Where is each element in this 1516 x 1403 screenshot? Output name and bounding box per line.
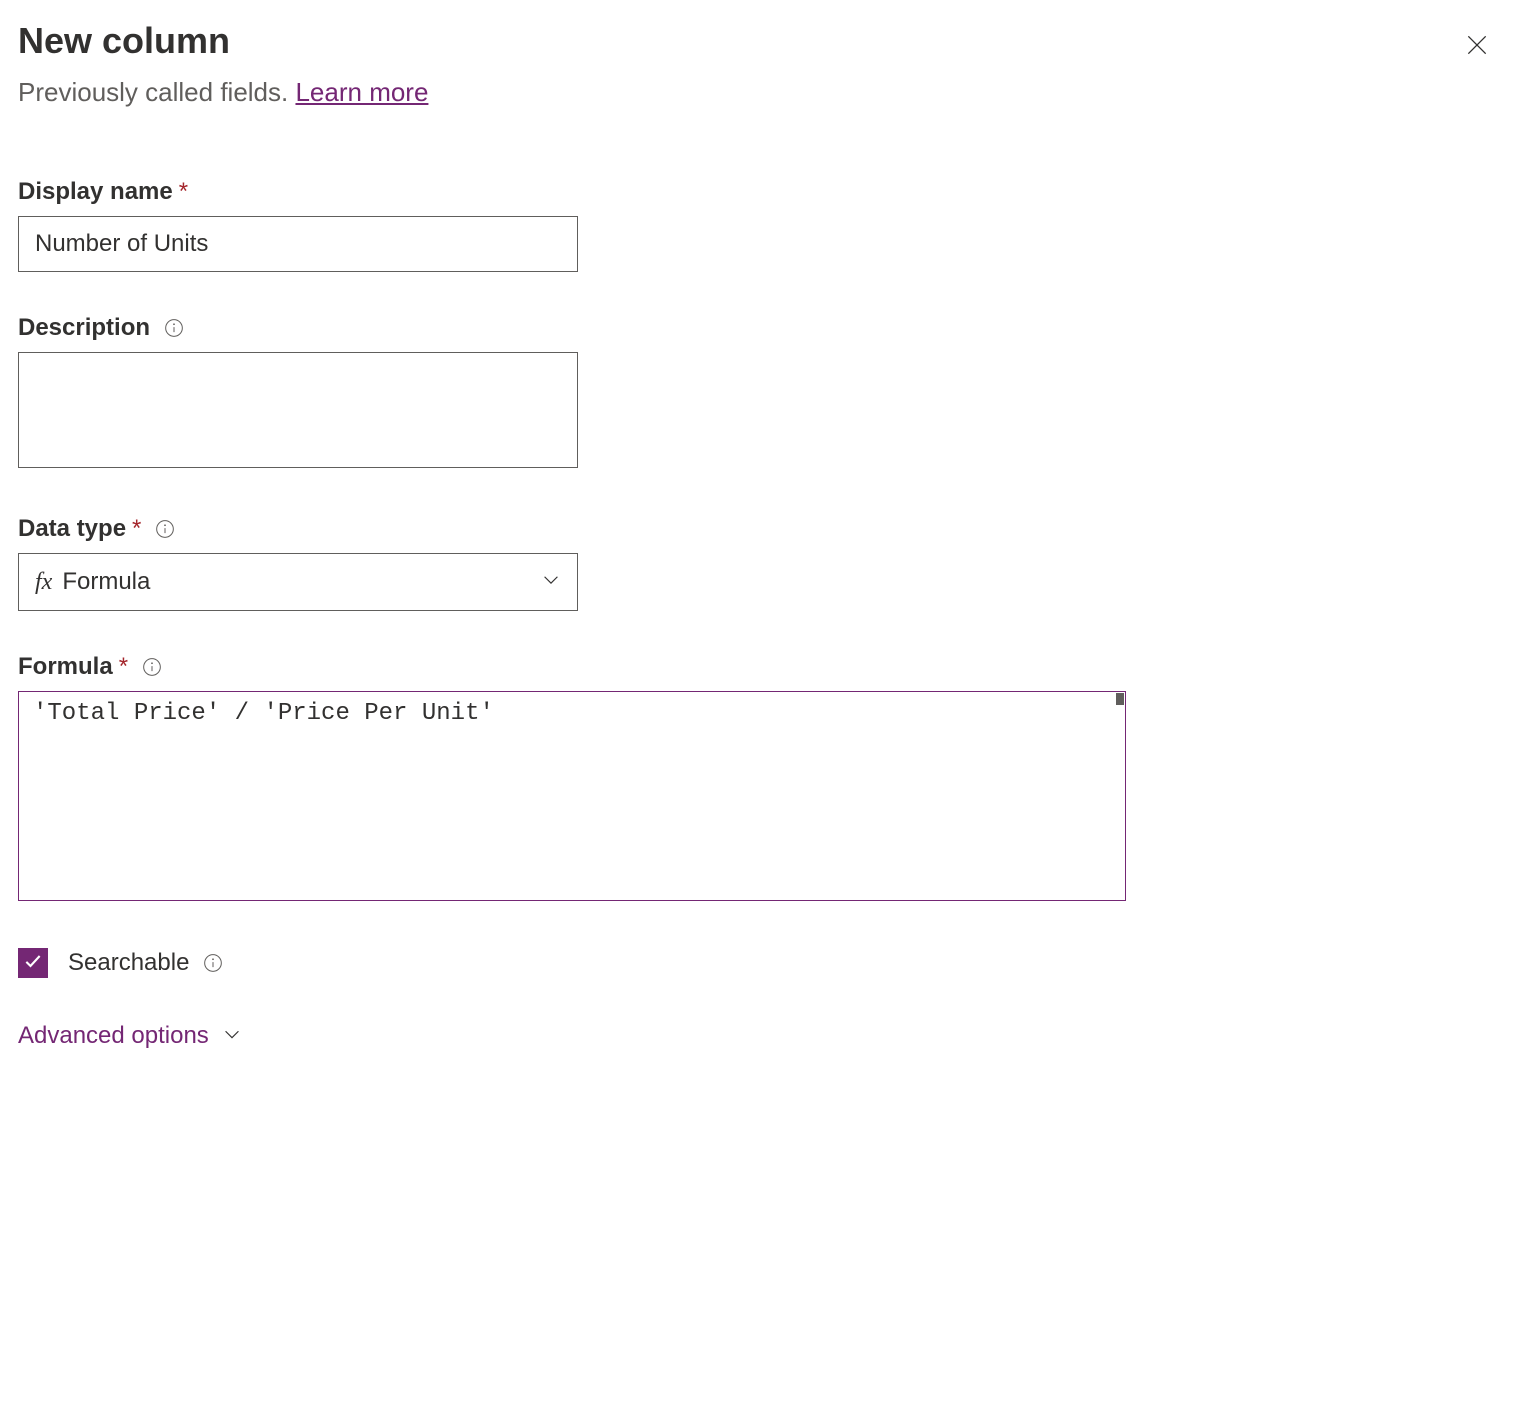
close-button[interactable] [1456, 24, 1498, 69]
description-label: Description [18, 314, 150, 342]
scrollbar-thumb[interactable] [1116, 693, 1124, 705]
display-name-input[interactable] [18, 216, 578, 272]
display-name-label-row: Display name * [18, 178, 1498, 206]
info-icon[interactable] [203, 953, 223, 973]
chevron-down-icon [221, 1023, 243, 1050]
description-label-row: Description [18, 314, 1498, 342]
required-indicator: * [119, 653, 128, 681]
subtitle-text: Previously called fields. [18, 77, 295, 107]
data-type-field: Data type * fx Formula [18, 515, 1498, 611]
data-type-label: Data type [18, 515, 126, 543]
fx-icon: fx [35, 569, 52, 596]
searchable-row: Searchable [18, 948, 1498, 978]
advanced-options-label: Advanced options [18, 1022, 209, 1050]
description-input[interactable] [18, 352, 578, 468]
formula-label-row: Formula * [18, 653, 1498, 681]
info-icon[interactable] [142, 657, 162, 677]
info-icon[interactable] [164, 318, 184, 338]
data-type-select[interactable]: fx Formula [18, 553, 578, 611]
close-icon [1464, 32, 1490, 61]
display-name-label: Display name [18, 178, 173, 206]
searchable-checkbox[interactable] [18, 948, 48, 978]
description-field: Description [18, 314, 1498, 473]
data-type-label-row: Data type * [18, 515, 1498, 543]
data-type-select-wrapper: fx Formula [18, 553, 578, 611]
formula-field: Formula * [18, 653, 1498, 906]
info-icon[interactable] [155, 519, 175, 539]
display-name-field: Display name * [18, 178, 1498, 272]
checkmark-icon [23, 951, 43, 976]
required-indicator: * [132, 515, 141, 543]
panel-header: New column [18, 20, 1498, 69]
required-indicator: * [179, 178, 188, 206]
formula-label: Formula [18, 653, 113, 681]
formula-wrapper [18, 691, 1126, 906]
advanced-options-toggle[interactable]: Advanced options [18, 1022, 1498, 1050]
searchable-label: Searchable [68, 949, 189, 977]
panel-subtitle: Previously called fields. Learn more [18, 77, 1498, 108]
formula-editor[interactable] [18, 691, 1126, 901]
panel-title: New column [18, 20, 230, 62]
learn-more-link[interactable]: Learn more [295, 77, 428, 107]
data-type-value: Formula [62, 568, 150, 596]
